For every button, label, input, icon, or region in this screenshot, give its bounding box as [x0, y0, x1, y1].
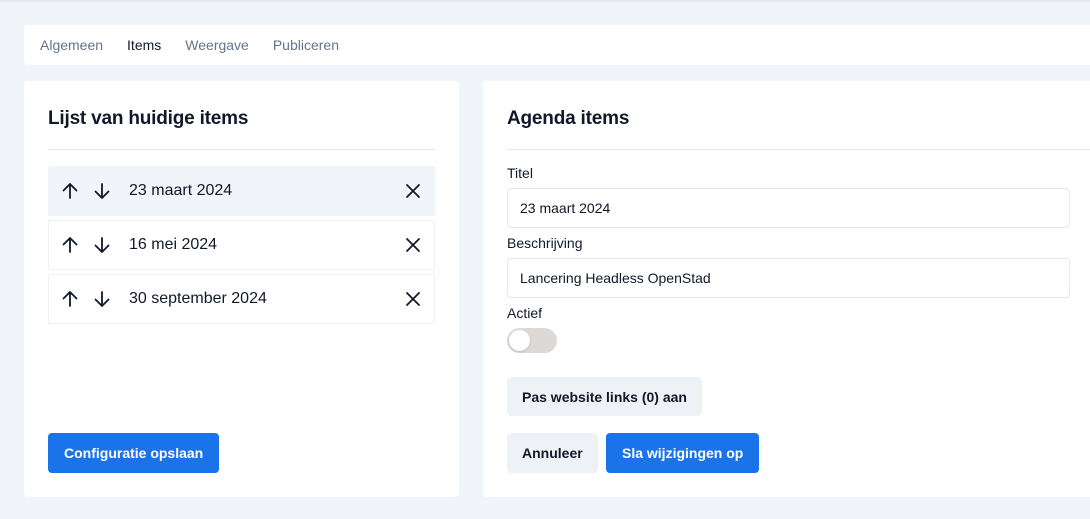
arrow-up-icon[interactable] [60, 289, 80, 309]
arrow-up-icon[interactable] [60, 235, 80, 255]
divider [507, 149, 1090, 150]
list-item[interactable]: 16 mei 2024 [48, 220, 435, 270]
title-label: Titel [507, 165, 533, 181]
close-icon[interactable] [403, 181, 423, 201]
list-item[interactable]: 30 september 2024 [48, 274, 435, 324]
list-item-label: 16 mei 2024 [129, 236, 218, 253]
cancel-button[interactable]: Annuleer [507, 433, 598, 473]
title-input[interactable] [507, 188, 1070, 228]
agenda-items-panel: Agenda items Titel Beschrijving Actief P… [483, 81, 1090, 497]
tab-items[interactable]: Items [127, 37, 161, 53]
agenda-items-title: Agenda items [507, 108, 630, 129]
arrow-up-icon[interactable] [60, 181, 80, 201]
list-item-label: 30 september 2024 [129, 290, 267, 307]
arrow-down-icon[interactable] [92, 235, 112, 255]
save-changes-button[interactable]: Sla wijzigingen op [606, 433, 760, 473]
edit-website-links-button[interactable]: Pas website links (0) aan [507, 377, 702, 416]
tab-weergave[interactable]: Weergave [185, 37, 249, 53]
toggle-knob [509, 330, 530, 351]
items-list-title: Lijst van huidige items [48, 108, 249, 129]
items-list-panel: Lijst van huidige items 23 maart 2024 16… [24, 81, 459, 497]
list-item[interactable]: 23 maart 2024 [48, 166, 435, 216]
tab-algemeen[interactable]: Algemeen [40, 37, 103, 53]
arrow-down-icon[interactable] [92, 289, 112, 309]
close-icon[interactable] [403, 289, 423, 309]
active-label: Actief [507, 305, 543, 321]
description-label: Beschrijving [507, 235, 583, 251]
arrow-down-icon[interactable] [92, 181, 112, 201]
list-item-label: 23 maart 2024 [129, 182, 233, 199]
divider [48, 149, 435, 150]
tab-bar: Algemeen Items Weergave Publiceren [24, 25, 1090, 65]
save-configuration-button[interactable]: Configuratie opslaan [48, 433, 220, 473]
description-input[interactable] [507, 258, 1070, 298]
tab-publiceren[interactable]: Publiceren [273, 37, 339, 53]
active-toggle[interactable] [507, 328, 557, 353]
top-border [0, 0, 1090, 2]
close-icon[interactable] [403, 235, 423, 255]
